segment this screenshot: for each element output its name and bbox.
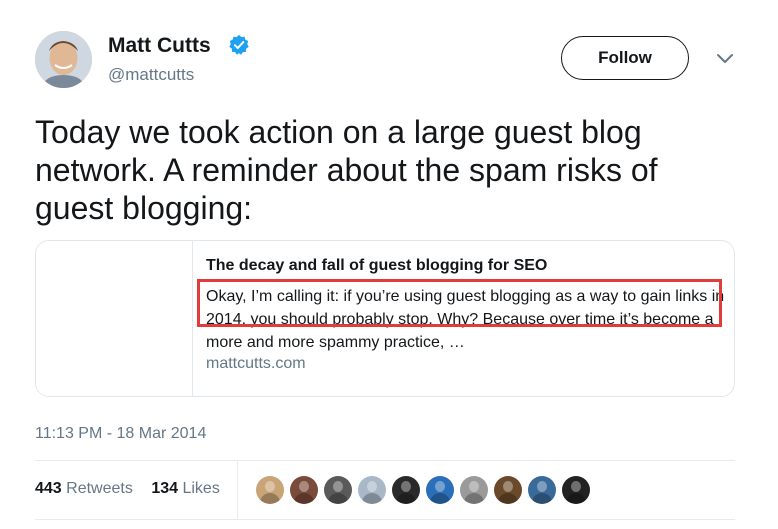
liker-avatar[interactable]: [392, 476, 420, 504]
liker-avatar[interactable]: [494, 476, 522, 504]
tweet-text: Today we took action on a large guest bl…: [35, 114, 658, 226]
liker-avatar[interactable]: [426, 476, 454, 504]
card-thumbnail: [36, 241, 193, 396]
liker-avatar[interactable]: [528, 476, 556, 504]
retweets-stat[interactable]: 443 Retweets: [35, 480, 133, 498]
card-domain: mattcutts.com: [206, 355, 306, 372]
likes-count: 134: [151, 480, 179, 497]
retweets-label: Retweets: [66, 480, 133, 497]
stats-divider-vertical: [237, 460, 238, 519]
liker-avatars: [256, 476, 590, 504]
liker-avatar[interactable]: [358, 476, 386, 504]
liker-avatar[interactable]: [460, 476, 488, 504]
likes-label: Likes: [182, 480, 220, 497]
link-card[interactable]: The decay and fall of guest blogging for…: [35, 240, 735, 397]
tweet-timestamp[interactable]: 11:13 PM - 18 Mar 2014: [35, 425, 206, 443]
author-handle[interactable]: @mattcutts: [108, 65, 194, 85]
liker-avatar[interactable]: [562, 476, 590, 504]
retweets-count: 443: [35, 480, 62, 497]
author-avatar[interactable]: [35, 31, 92, 88]
verified-badge-icon: [229, 34, 249, 55]
liker-avatar[interactable]: [256, 476, 284, 504]
stats-divider-bottom: [35, 519, 735, 520]
chevron-down-icon[interactable]: [716, 53, 734, 65]
author-name[interactable]: Matt Cutts: [108, 33, 211, 59]
follow-button[interactable]: Follow: [561, 36, 689, 80]
card-description: Okay, I’m calling it: if you’re using gu…: [206, 288, 725, 351]
liker-avatar[interactable]: [324, 476, 352, 504]
likes-stat[interactable]: 134 Likes: [151, 480, 220, 498]
card-title: The decay and fall of guest blogging for…: [206, 257, 548, 274]
tweet-stats: 443 Retweets 134 Likes: [35, 480, 234, 498]
stats-divider-top: [35, 460, 735, 461]
liker-avatar[interactable]: [290, 476, 318, 504]
